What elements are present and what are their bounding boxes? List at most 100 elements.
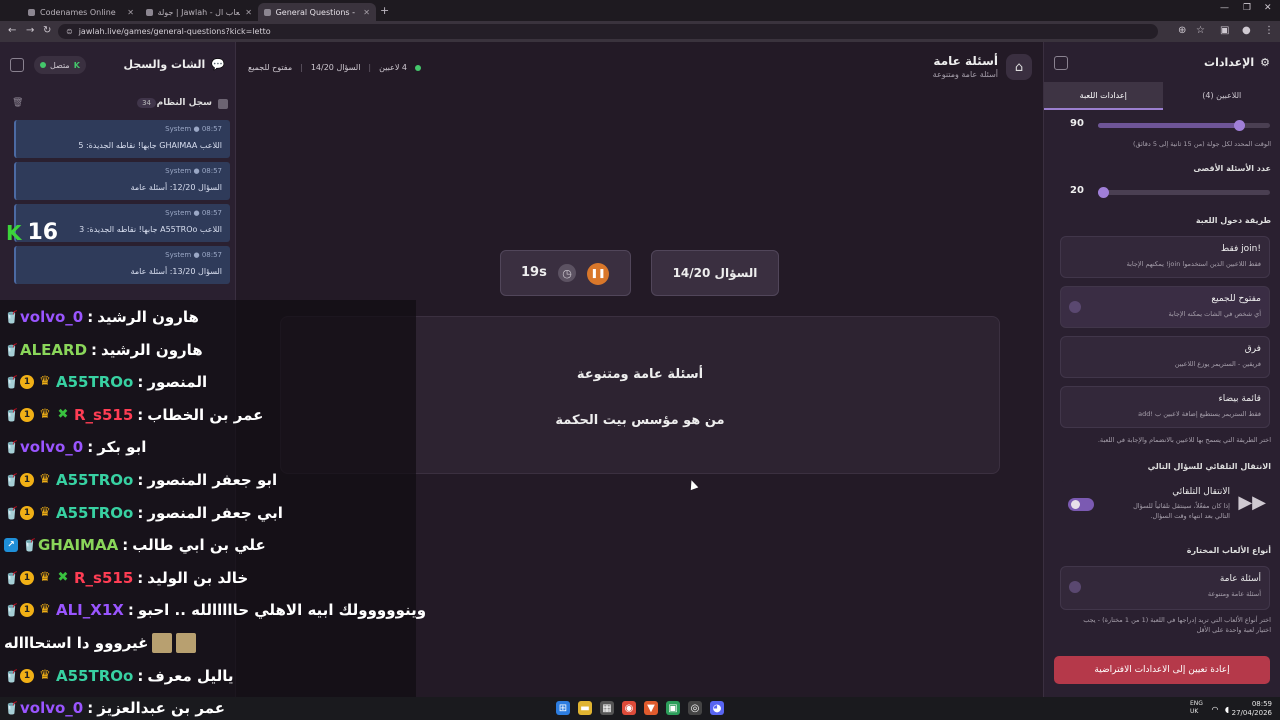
chat-username[interactable]: R_s515 (74, 569, 133, 587)
chat-username[interactable]: R_s515 (74, 406, 133, 424)
chat-username[interactable]: A55TROo (56, 667, 133, 685)
chat-message-text: المنصور (147, 373, 208, 392)
chat-username[interactable]: volvo_0 (20, 308, 83, 326)
tab-game-settings[interactable]: إعدادات اللعبة (1044, 82, 1163, 110)
verified-badge-icon: ↗ (4, 538, 18, 553)
chrome-icon[interactable]: ◉ (622, 701, 636, 715)
auto-next-toggle[interactable] (1068, 498, 1094, 511)
crown-badge-icon: ♛ (39, 569, 51, 585)
chat-message-text: ياليل معرف (147, 666, 234, 685)
cup-badge-icon: 🥤 (22, 538, 37, 553)
moderator-badge-icon: ✖ (57, 406, 69, 422)
option-join-only[interactable]: !join فقط فقط اللاعبين الذين استخدموا jo… (1060, 236, 1270, 278)
chat-message-text: هارون الرشيد (97, 308, 199, 326)
app-icon[interactable]: ▣ (666, 701, 680, 715)
close-icon[interactable]: ✕ (363, 8, 370, 17)
chat-separator: : (87, 438, 94, 457)
settings-title: ⚙ الإعدادات (1204, 56, 1270, 69)
slider-knob[interactable] (1234, 120, 1246, 131)
chat-line: 🥤 1 ♛ A55TROo: ابي جعفر المنصور (4, 498, 283, 528)
forward-icon[interactable]: → (26, 25, 34, 36)
system-log-toggle[interactable] (218, 99, 228, 109)
chat-separator: : (87, 699, 94, 718)
discord-icon[interactable]: ◕ (710, 701, 724, 715)
selected-check-icon (1069, 301, 1081, 313)
tab-general-questions[interactable]: General Questions - أسئلة عامة ✕ (258, 3, 376, 21)
chat-separator: : (122, 536, 129, 555)
clock-date: 27/04/2026 (1231, 709, 1272, 717)
zoom-icon[interactable]: ⊕ (1178, 25, 1186, 36)
chat-line: 🥤 1 ♛ ✖ R_s515: خالد بن الوليد (4, 563, 248, 593)
chat-line: 🥤 1 ♛ A55TROo: ابو جعفر المنصور (4, 465, 277, 495)
slider-knob[interactable] (1098, 187, 1110, 198)
tab-label: جولة | Jawlah - منصة الألعاب ال... (157, 7, 241, 17)
option-title: !join فقط (1220, 244, 1261, 254)
system-clock[interactable]: 08:59 27/04/2026 (1232, 700, 1272, 718)
chat-username[interactable]: A55TROo (56, 504, 133, 522)
reload-icon[interactable]: ↻ (43, 25, 51, 36)
close-icon[interactable]: ✕ (127, 8, 134, 17)
new-tab-button[interactable]: + (380, 4, 389, 17)
obs-icon[interactable]: ◎ (688, 701, 702, 715)
crown-badge-icon: ♛ (39, 406, 51, 422)
cup-badge-icon: 🥤 (4, 375, 19, 390)
auto-next-desc: التالي بعد انتهاء وقت السؤال. (1150, 512, 1230, 520)
log-meta: System ● 08:57 (165, 167, 222, 175)
home-button[interactable]: ⌂ (1006, 54, 1032, 80)
menu-icon[interactable]: ⋮ (1264, 25, 1274, 36)
option-teams[interactable]: فرق فريقين - الستريمر يوزع اللاعبين (1060, 336, 1270, 378)
minimize-button[interactable]: — (1220, 3, 1229, 13)
language-indicator[interactable]: ENG UK (1190, 700, 1203, 716)
profile-icon[interactable]: ● (1242, 25, 1251, 36)
settings-title-text: الإعدادات (1204, 56, 1255, 69)
chat-username[interactable]: GHAIMAA (38, 536, 118, 554)
chat-username[interactable]: ALEARD (20, 341, 87, 359)
chat-separator: : (87, 308, 94, 326)
chat-username[interactable]: volvo_0 (20, 699, 83, 717)
option-open-all[interactable]: مفتوح للجميع أي شخص في الشات يمكنه الإجا… (1060, 286, 1270, 328)
chat-username[interactable]: A55TROo (56, 373, 133, 391)
separator: | (300, 63, 303, 72)
option-title: أسئلة عامة (1219, 574, 1261, 584)
trash-icon[interactable]: 🗑 (12, 98, 23, 108)
chat-username[interactable]: volvo_0 (20, 438, 83, 456)
log-message: System ● 08:57 اللاعب GHAIMAA جابها! نقا… (14, 120, 230, 158)
chat-username[interactable]: ALI_X1X (56, 601, 124, 619)
time-slider[interactable] (1098, 120, 1270, 131)
brave-icon[interactable]: ▼ (644, 701, 658, 715)
app-icon[interactable]: ▦ (600, 701, 614, 715)
reset-defaults-button[interactable]: إعادة تعيين إلى الاعدادات الافتراضية (1054, 656, 1270, 684)
option-whitelist[interactable]: قائمة بيضاء فقط الستريمر يستطيع إضافة لا… (1060, 386, 1270, 428)
max-questions-label: عدد الأسئلة الأقصى (1193, 164, 1271, 173)
entry-hint: اختر الطريقة التي يسمح بها للاعبين بالان… (1097, 436, 1271, 444)
chat-username[interactable]: A55TROo (56, 471, 133, 489)
time-hint: الوقت المحدد لكل جولة (من 15 ثانية إلى 5… (1132, 140, 1271, 148)
tab-jawlah[interactable]: جولة | Jawlah - منصة الألعاب ال... ✕ (140, 3, 258, 21)
chat-separator: : (137, 503, 144, 522)
option-title: فرق (1244, 344, 1261, 354)
max-questions-slider[interactable] (1098, 187, 1270, 198)
close-window-button[interactable]: ✕ (1264, 3, 1272, 13)
timer-value: 19s (521, 265, 547, 280)
maximize-button[interactable]: ❐ (1243, 3, 1251, 13)
pause-button[interactable]: ❚❚ (587, 263, 609, 285)
address-bar[interactable]: ⊜ jawlah.live/games/general-questions?ki… (58, 24, 1158, 39)
close-icon[interactable]: ✕ (245, 8, 252, 17)
game-types-hint: اختر أنواع الألعاب التي تريد إدراجها في … (1083, 616, 1271, 624)
collapse-left-panel-button[interactable] (10, 58, 24, 72)
cup-badge-icon: 🥤 (4, 505, 19, 520)
url-text: jawlah.live/games/general-questions?kick… (78, 27, 271, 36)
tab-players[interactable]: اللاعبين (4) (1163, 82, 1280, 110)
game-subtitle: أسئلة عامة ومتنوعة (932, 70, 998, 79)
tab-codenames[interactable]: Codenames Online ✕ (22, 3, 140, 21)
kick-logo-icon: K (73, 60, 80, 70)
windows-start-icon[interactable]: ⊞ (556, 701, 570, 715)
game-type-general[interactable]: أسئلة عامة أسئلة عامة ومتنوعة (1060, 566, 1270, 610)
back-icon[interactable]: ← (8, 25, 16, 36)
site-info-icon[interactable]: ⊜ (66, 27, 73, 36)
file-explorer-icon[interactable]: ▬ (578, 701, 592, 715)
jawlah-favicon-icon (264, 8, 271, 16)
collapse-right-panel-button[interactable] (1054, 56, 1068, 70)
extensions-icon[interactable]: ▣ (1220, 25, 1229, 36)
bookmark-star-icon[interactable]: ☆ (1196, 25, 1205, 36)
